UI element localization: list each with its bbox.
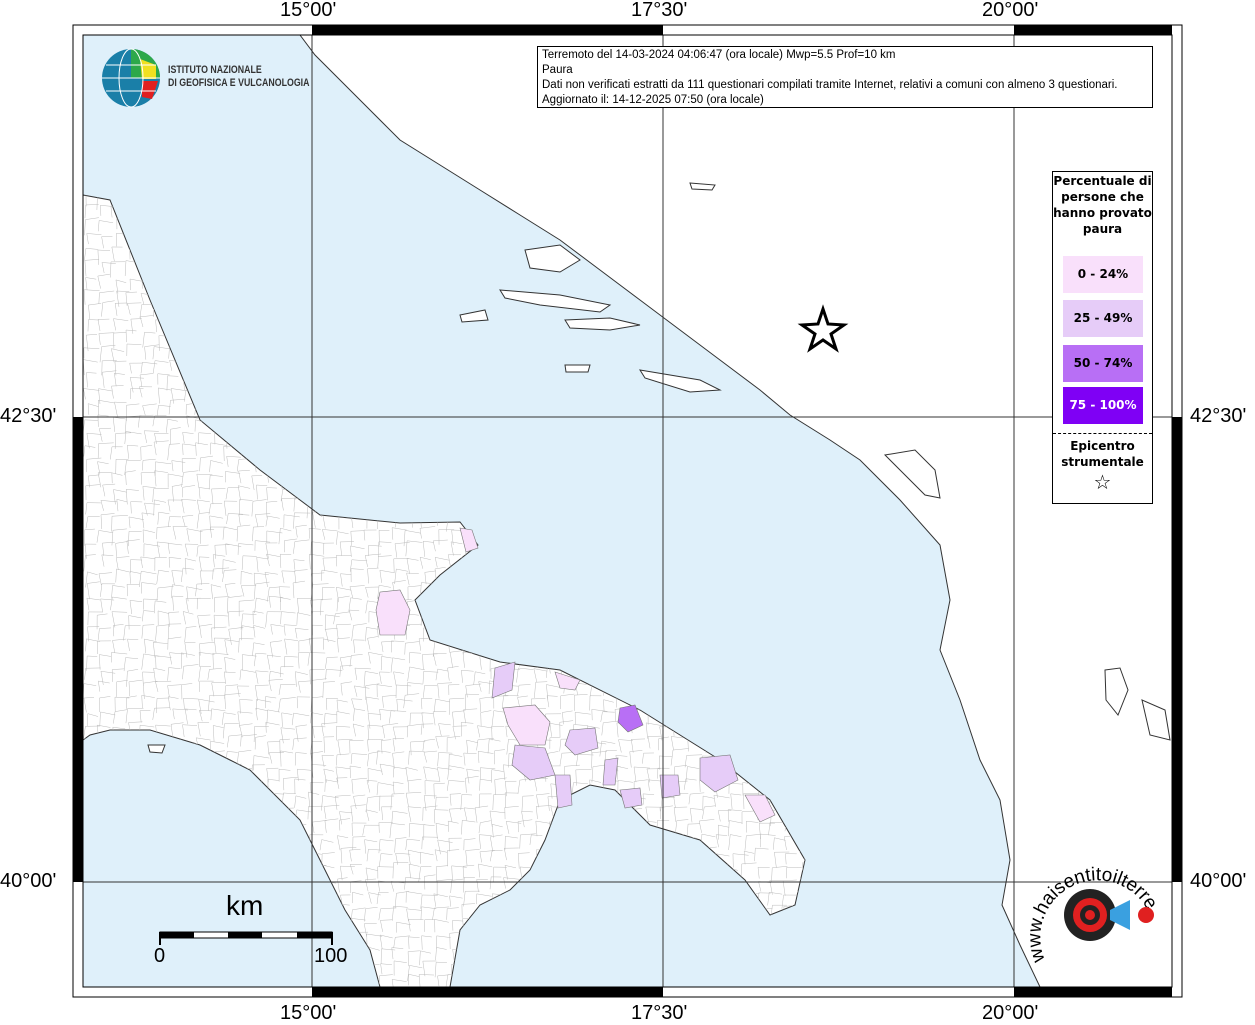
legend-class-75-100: 75 - 100% (1063, 387, 1143, 424)
scale-max: 100 (314, 945, 348, 967)
data-note: Dati non verificati estratti da 111 ques… (542, 79, 1118, 91)
event-info-box: Terremoto del 14-03-2024 04:06:47 (ora l… (537, 46, 1153, 108)
star-icon: ☆ (1093, 470, 1112, 494)
lat-label-right: 42°30' (1190, 405, 1247, 427)
lon-label-top: 17°30' (631, 0, 688, 21)
lat-label-left: 40°00' (0, 870, 57, 892)
lon-label-top: 15°00' (280, 0, 337, 21)
legend-title: Percentuale di persone che hanno provato… (1053, 174, 1152, 236)
legend-class-0-24: 0 - 24% (1063, 256, 1143, 293)
event-line: Terremoto del 14-03-2024 04:06:47 (ora l… (542, 49, 896, 61)
lat-label-right: 40°00' (1190, 870, 1247, 892)
update-line: Aggiornato il: 14-12-2025 07:50 (ora loc… (542, 94, 764, 106)
scale-min: 0 (154, 945, 166, 967)
ingv-line2: DI GEOFISICA E VULCANOLOGIA (168, 77, 310, 89)
lon-label-bottom: 17°30' (631, 1002, 688, 1024)
legend-epicentre: Epicentro strumentale ☆ (1053, 433, 1152, 494)
epicentre-label: Epicentro strumentale (1061, 439, 1144, 469)
legend-class-25-49: 25 - 49% (1063, 300, 1143, 337)
legend: Percentuale di persone che hanno provato… (1052, 171, 1153, 504)
ingv-line1: ISTITUTO NAZIONALE (168, 64, 262, 76)
map: www.haisentitoilterremoto.it (0, 0, 1183, 998)
lon-label-top: 20°00' (982, 0, 1039, 21)
lon-label-bottom: 15°00' (280, 1002, 337, 1024)
parameter-line: Paura (542, 64, 573, 76)
lat-label-left: 42°30' (0, 405, 57, 427)
lon-label-bottom: 20°00' (982, 1002, 1039, 1024)
legend-class-50-74: 50 - 74% (1063, 345, 1143, 382)
ingv-logo (100, 47, 162, 114)
scale-unit: km (226, 890, 264, 921)
ingv-logo-text: ISTITUTO NAZIONALE DI GEOFISICA E VULCAN… (168, 64, 309, 90)
